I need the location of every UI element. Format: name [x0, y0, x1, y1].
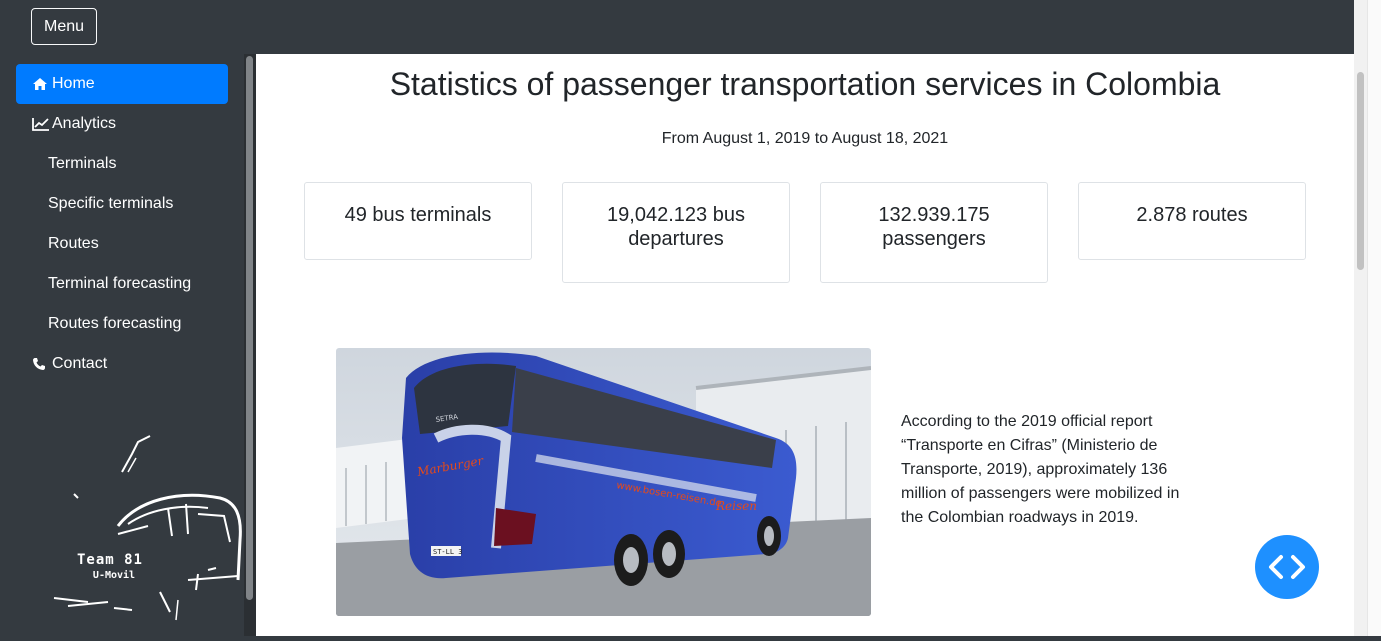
- top-navbar: Menu: [0, 0, 1354, 54]
- stat-text: 132.939.175 passengers: [878, 204, 990, 250]
- sidebar-item-label: Terminal forecasting: [48, 275, 192, 292]
- sidebar-item-home[interactable]: Home: [16, 64, 228, 104]
- stat-card-routes: 2.878 routes: [1078, 182, 1306, 260]
- logo-text-line1: Team 81: [77, 552, 143, 568]
- sidebar-item-label: Home: [52, 75, 95, 92]
- svg-text:Reisen: Reisen: [715, 499, 757, 513]
- stat-card-passengers: 132.939.175 passengers: [820, 182, 1048, 283]
- svg-text:ST-LL 3: ST-LL 3: [433, 548, 463, 556]
- logo-text-line2: U-Movil: [93, 569, 135, 581]
- sidebar-scrollbar-thumb[interactable]: [246, 56, 253, 600]
- sidebar-item-routes[interactable]: Routes: [16, 224, 228, 264]
- sidebar-item-label: Analytics: [52, 115, 117, 132]
- phone-icon: [32, 357, 50, 371]
- code-toggle-button[interactable]: [1255, 535, 1319, 599]
- team-logo: Team 81 U-Movil: [48, 430, 244, 636]
- description-text: According to the 2019 official report “T…: [901, 413, 1180, 526]
- stat-card-terminals: 49 bus terminals: [304, 182, 532, 260]
- chart-line-icon: [32, 117, 50, 131]
- code-icon: [1269, 555, 1305, 579]
- sidebar-item-contact[interactable]: Contact: [16, 344, 228, 384]
- sidebar-item-specific-terminals[interactable]: Specific terminals: [16, 184, 228, 224]
- side-panel-edge: [1367, 0, 1381, 636]
- page-scrollbar[interactable]: [1354, 0, 1367, 636]
- sidebar-scrollbar[interactable]: [244, 54, 256, 636]
- stat-text: 19,042.123 bus departures: [607, 204, 745, 250]
- sidebar-item-label: Terminals: [48, 155, 117, 172]
- main-content: Statistics of passenger transportation s…: [256, 54, 1354, 636]
- sidebar-item-routes-forecasting[interactable]: Routes forecasting: [16, 304, 228, 344]
- date-range: From August 1, 2019 to August 18, 2021: [661, 130, 949, 147]
- bus-photo: SETRA Marburger www.bosen-reisen.de Reis…: [336, 348, 871, 616]
- stat-text: 2.878 routes: [1136, 204, 1248, 226]
- sidebar-item-analytics[interactable]: Analytics: [16, 104, 228, 144]
- sidebar-item-label: Routes: [48, 235, 99, 252]
- sidebar-item-label: Contact: [52, 355, 108, 372]
- home-icon: [32, 77, 50, 91]
- sidebar-item-terminals[interactable]: Terminals: [16, 144, 228, 184]
- sidebar-item-label: Specific terminals: [48, 195, 174, 212]
- page-scrollbar-thumb[interactable]: [1357, 72, 1364, 270]
- page-title: Statistics of passenger transportation s…: [389, 66, 1221, 102]
- stat-card-departures: 19,042.123 bus departures: [562, 182, 790, 283]
- sidebar-item-terminal-forecasting[interactable]: Terminal forecasting: [16, 264, 228, 304]
- menu-button[interactable]: Menu: [31, 8, 97, 45]
- stat-text: 49 bus terminals: [344, 204, 492, 226]
- sidebar-item-label: Routes forecasting: [48, 315, 182, 332]
